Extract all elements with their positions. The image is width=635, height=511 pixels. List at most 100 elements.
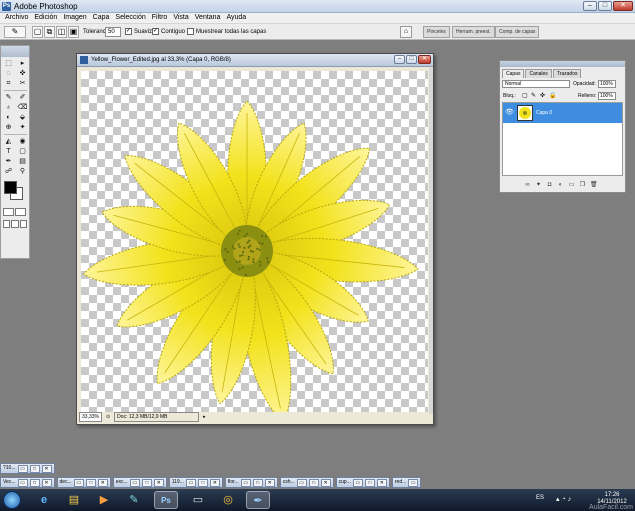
- image-canvas[interactable]: [81, 71, 428, 412]
- minimized-window[interactable]: 119... ▭ □ ✕: [168, 477, 223, 488]
- minimized-window[interactable]: dec... ▭ □ ✕: [56, 477, 111, 488]
- close-button[interactable]: ✕: [613, 1, 633, 11]
- eyedropper-tool-icon[interactable]: ▤: [16, 157, 29, 166]
- menu-seleccion[interactable]: Selección: [112, 13, 148, 23]
- doc-close-button[interactable]: ✕: [418, 55, 431, 64]
- menu-vista[interactable]: Vista: [170, 13, 191, 23]
- antialias-checkbox[interactable]: ✓: [125, 28, 132, 35]
- minimized-window[interactable]: exc... ▭ □ ✕: [112, 477, 167, 488]
- palette-header[interactable]: [500, 61, 625, 67]
- restore-icon[interactable]: ▭: [296, 478, 307, 487]
- type-tool-icon[interactable]: T: [2, 147, 15, 156]
- toolbox-header[interactable]: [1, 46, 29, 57]
- minimize-button[interactable]: –: [583, 1, 597, 11]
- full-screen-menu-icon[interactable]: [11, 220, 19, 228]
- status-menu-icon[interactable]: ⊙: [106, 414, 110, 420]
- restore-button[interactable]: □: [598, 1, 612, 11]
- foreground-color-swatch[interactable]: [4, 181, 17, 194]
- dodge-tool-icon[interactable]: ◐: [2, 113, 15, 122]
- well-tab-brushes[interactable]: Pinceles: [423, 26, 450, 38]
- tool-preset-picker[interactable]: ✎: [4, 26, 26, 38]
- standard-mode-icon[interactable]: [3, 208, 14, 216]
- tab-layers[interactable]: Capas: [502, 69, 525, 78]
- subtract-selection-icon[interactable]: ◫: [56, 26, 67, 38]
- tolerance-input[interactable]: 50: [105, 27, 121, 37]
- marquee-tool-icon[interactable]: ⬚: [2, 59, 15, 68]
- mask-icon[interactable]: ◘: [546, 182, 553, 189]
- sample-all-layers-checkbox[interactable]: [187, 28, 194, 35]
- paint-icon[interactable]: ✎: [122, 491, 146, 509]
- restore-icon[interactable]: ▭: [352, 478, 363, 487]
- lasso-tool-icon[interactable]: ◌: [2, 69, 15, 78]
- eye-visibility-icon[interactable]: 👁: [505, 109, 514, 117]
- menu-edicion[interactable]: Edición: [31, 13, 60, 23]
- group-icon[interactable]: ▭: [568, 182, 575, 189]
- close-icon[interactable]: ✕: [41, 464, 52, 473]
- tab-channels[interactable]: Canales: [525, 69, 552, 78]
- minimized-window[interactable]: csh... ▭ □ ✕: [279, 477, 334, 488]
- menu-imagen[interactable]: Imagen: [60, 13, 89, 23]
- healing-brush-icon[interactable]: ✎: [2, 93, 15, 102]
- standard-screen-icon[interactable]: [3, 220, 11, 228]
- add-selection-icon[interactable]: ⧉: [44, 26, 55, 38]
- lock-all-icon[interactable]: 🔒: [549, 93, 556, 99]
- layer-row[interactable]: 👁 Capa 0: [503, 103, 622, 123]
- menu-filtro[interactable]: Filtro: [149, 13, 171, 23]
- close-icon[interactable]: ✕: [320, 478, 331, 487]
- file-browser-icon[interactable]: ⌂: [400, 26, 412, 38]
- media-player-icon[interactable]: ▶: [92, 491, 116, 509]
- well-tab-layer-comps[interactable]: Comp. de capas: [495, 26, 540, 38]
- status-arrow-icon[interactable]: ▸: [203, 414, 206, 420]
- doc-maximize-button[interactable]: □: [406, 55, 417, 64]
- scanner-icon[interactable]: ▭: [186, 491, 210, 509]
- minimized-window[interactable]: red... ▭: [391, 477, 422, 488]
- blend-mode-select[interactable]: Normal: [502, 80, 570, 88]
- menu-capa[interactable]: Capa: [90, 13, 113, 23]
- move-tool-icon[interactable]: ▸: [16, 59, 29, 68]
- vertical-scrollbar[interactable]: [429, 68, 433, 414]
- minimized-window[interactable]: cup... ▭ □ ✕: [335, 477, 390, 488]
- notes-tool-icon[interactable]: ✒: [2, 157, 15, 166]
- document-title-bar[interactable]: Yellow_Flower_Edited.jpg al 33,3% (Capa …: [77, 54, 433, 67]
- maximize-icon[interactable]: □: [85, 478, 96, 487]
- brush-tool-icon[interactable]: ✐: [16, 93, 29, 102]
- close-icon[interactable]: ✕: [41, 478, 52, 487]
- quick-mask-icon[interactable]: [15, 208, 26, 216]
- file-explorer-icon[interactable]: ▤: [62, 491, 86, 509]
- magic-wand-tool-icon[interactable]: ✜: [16, 69, 29, 78]
- minimized-window[interactable]: Vec... ▭ □ ✕: [0, 477, 55, 488]
- close-icon[interactable]: ✕: [376, 478, 387, 487]
- full-screen-icon[interactable]: [19, 220, 27, 228]
- close-icon[interactable]: ✕: [97, 478, 108, 487]
- maximize-icon[interactable]: □: [141, 478, 152, 487]
- clone-stamp-icon[interactable]: ♁: [2, 103, 15, 112]
- restore-icon[interactable]: ▭: [240, 478, 251, 487]
- menu-ventana[interactable]: Ventana: [192, 13, 224, 23]
- minimized-window[interactable]: flor... ▭ □ ✕: [224, 477, 278, 488]
- doc-minimize-button[interactable]: –: [394, 55, 405, 64]
- system-tray-icons[interactable]: ▴ ◔ ♪: [556, 495, 571, 503]
- restore-icon[interactable]: ▭: [17, 464, 28, 473]
- maximize-icon[interactable]: □: [29, 478, 40, 487]
- fx-icon[interactable]: ✦: [535, 182, 542, 189]
- lock-transparency-icon[interactable]: ▢: [522, 93, 528, 99]
- blur-tool-icon[interactable]: ⊕: [2, 123, 15, 132]
- gradient-tool-icon[interactable]: ⬙: [16, 113, 29, 122]
- chrome-icon[interactable]: ◎: [216, 491, 240, 509]
- intersect-selection-icon[interactable]: ▣: [68, 26, 79, 38]
- slice-tool-icon[interactable]: ✂: [16, 79, 29, 88]
- close-icon[interactable]: ✕: [209, 478, 220, 487]
- maximize-icon[interactable]: □: [364, 478, 375, 487]
- restore-icon[interactable]: ▭: [408, 478, 419, 487]
- language-indicator[interactable]: ES: [536, 495, 544, 501]
- restore-icon[interactable]: ▭: [73, 478, 84, 487]
- lock-position-icon[interactable]: ✜: [540, 93, 546, 99]
- path-selection-icon[interactable]: ◭: [2, 137, 15, 146]
- crop-tool-icon[interactable]: ⌗: [2, 79, 15, 88]
- internet-explorer-icon[interactable]: e: [32, 491, 56, 509]
- new-layer-icon[interactable]: ❐: [579, 182, 586, 189]
- eraser-tool-icon[interactable]: ⌫: [16, 103, 29, 112]
- maximize-icon[interactable]: □: [197, 478, 208, 487]
- zoom-tool-icon[interactable]: ⚲: [16, 167, 29, 176]
- fill-input[interactable]: 100%: [598, 92, 616, 100]
